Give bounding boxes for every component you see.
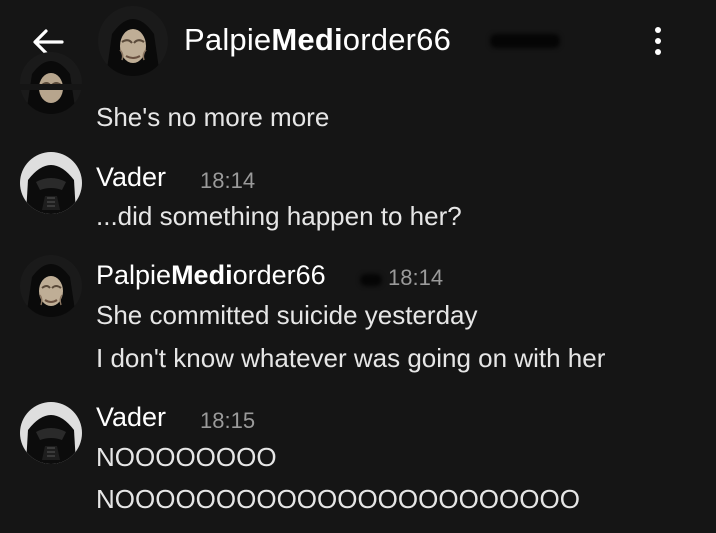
emperor-portrait-icon	[98, 6, 168, 76]
author-name-part2: Medi	[171, 260, 233, 290]
chat-screen: PalpieMediorder66 She's no more more Vad…	[0, 0, 716, 533]
contact-name: PalpieMediorder66	[184, 22, 451, 58]
chat-header: PalpieMediorder66	[0, 0, 716, 84]
emperor-portrait-icon	[20, 255, 82, 317]
contact-name-part2: Medi	[271, 22, 343, 57]
vader-helmet-icon	[20, 152, 82, 214]
palpie-avatar[interactable]	[20, 255, 82, 317]
message-text: She committed suicide yesterday	[96, 300, 478, 330]
redaction-smudge	[490, 34, 560, 48]
contact-name-part3: order66	[342, 22, 452, 57]
message-timestamp: 18:14	[388, 265, 444, 290]
message-text: ...did something happen to her?	[96, 201, 462, 231]
emperor-portrait-icon	[20, 52, 82, 114]
author-name-part3: order66	[232, 260, 326, 290]
author-name-part1: Palpie	[96, 260, 172, 290]
contact-avatar[interactable]	[98, 6, 168, 76]
partial-avatar	[20, 52, 82, 114]
message-text: I don't know whatever was going on with …	[96, 343, 606, 373]
author-name[interactable]: PalpieMediorder66	[96, 260, 326, 291]
message-text: NOOOOOOOOOOOOOOOOOOOOOOO	[96, 484, 580, 514]
more-vertical-icon	[655, 27, 661, 33]
redaction-smudge	[360, 274, 382, 286]
vader-helmet-icon	[20, 402, 82, 464]
author-name[interactable]: Vader	[96, 402, 166, 433]
contact-name-part1: Palpie	[184, 22, 272, 57]
vader-avatar[interactable]	[20, 402, 82, 464]
header-mask	[0, 84, 120, 90]
message-timestamp: 18:14	[200, 168, 256, 193]
message-text: NOOOOOOOO	[96, 442, 277, 472]
vader-avatar[interactable]	[20, 152, 82, 214]
message-text: She's no more more	[96, 102, 330, 132]
message-timestamp: 18:15	[200, 408, 256, 433]
author-name[interactable]: Vader	[96, 162, 166, 193]
more-options-button[interactable]	[640, 20, 676, 62]
